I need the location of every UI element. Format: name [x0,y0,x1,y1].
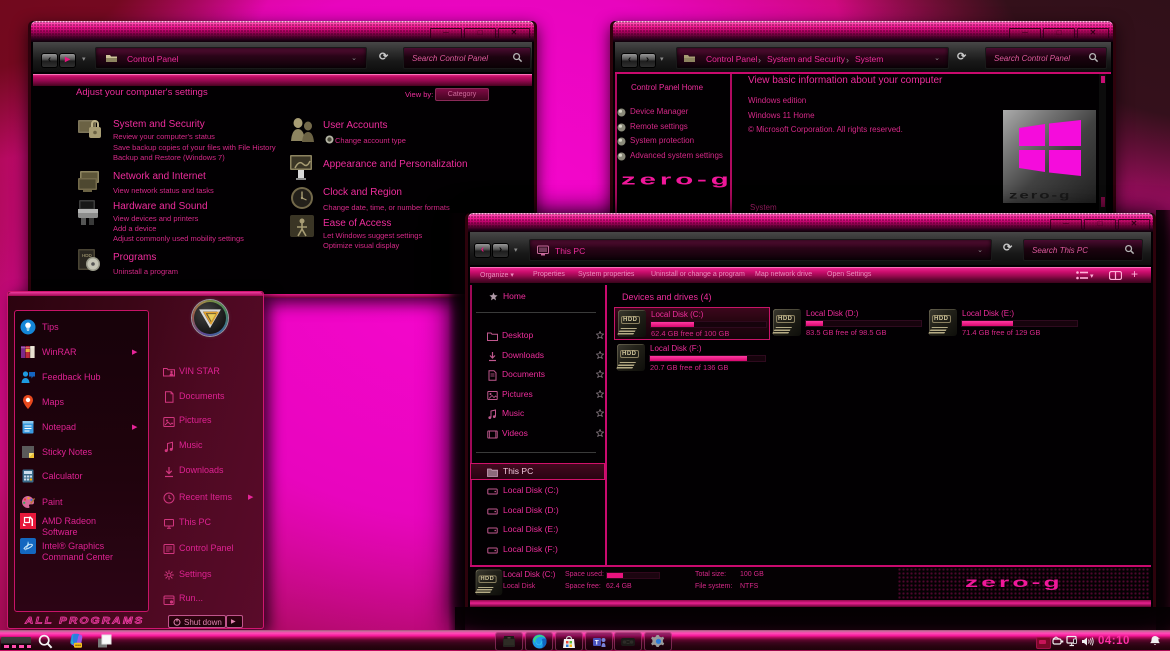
svg-text:HDD: HDD [82,253,92,258]
svg-text:T: T [594,639,598,646]
